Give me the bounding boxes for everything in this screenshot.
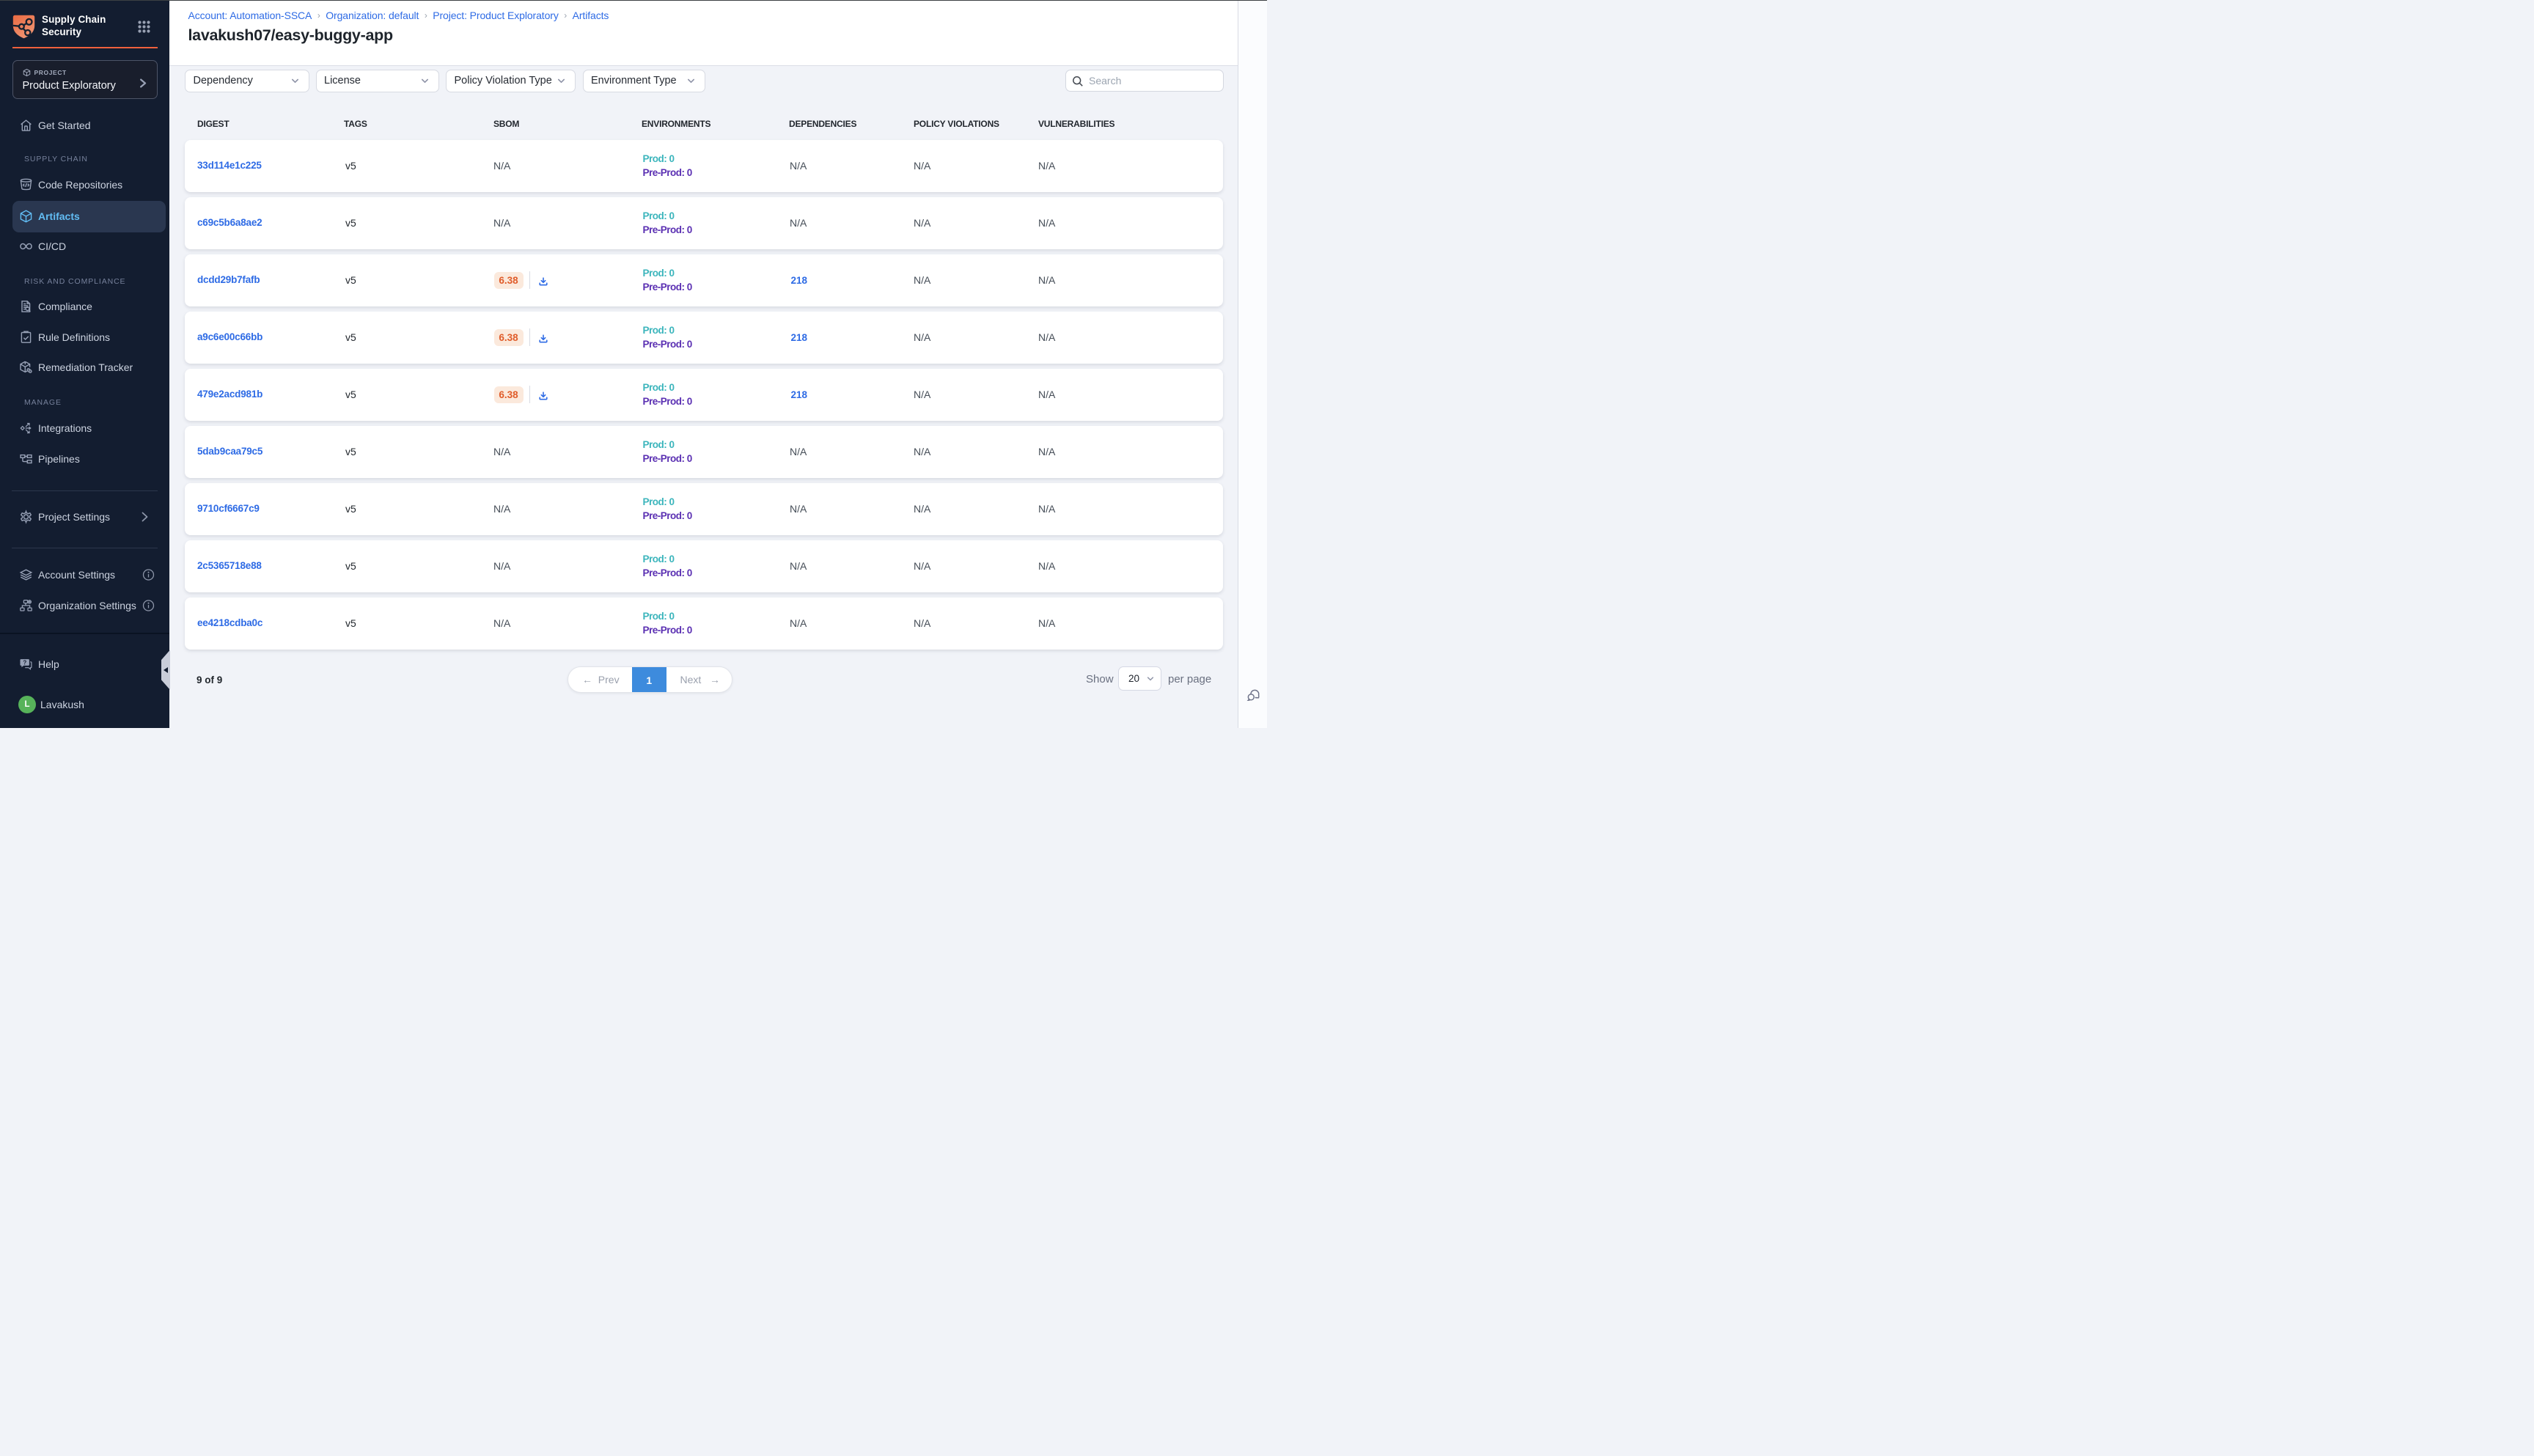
svg-text:?: ? [23, 659, 26, 666]
